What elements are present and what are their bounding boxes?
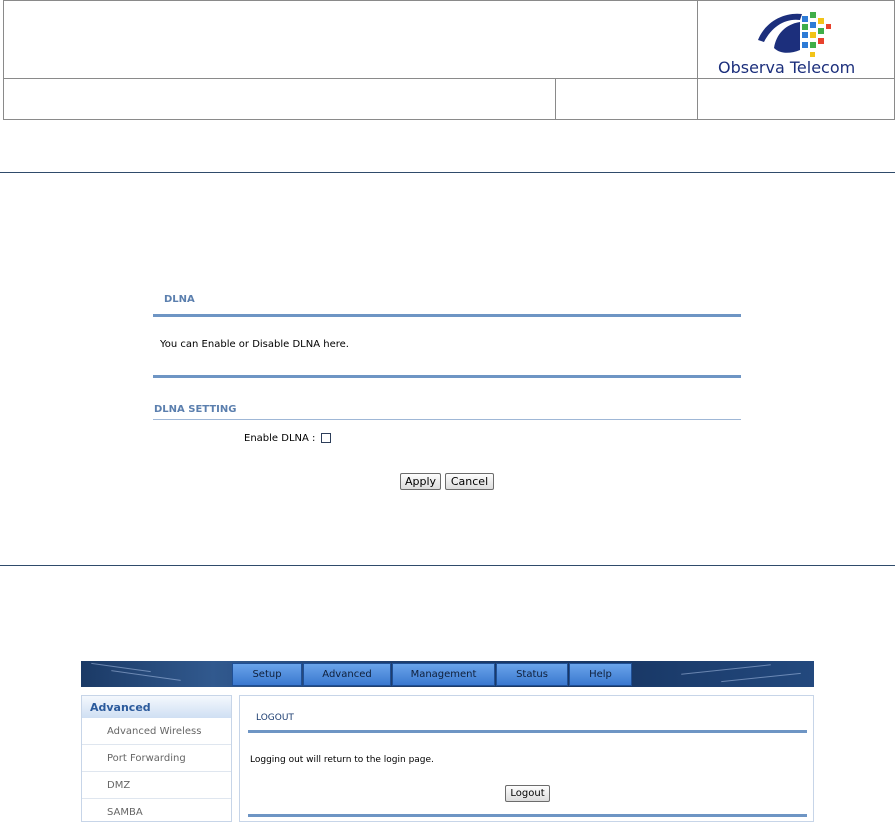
- dlna-title: DLNA: [164, 294, 195, 305]
- tab-status[interactable]: Status: [496, 663, 568, 686]
- sidebar-item-dmz[interactable]: DMZ: [82, 772, 231, 799]
- logout-button[interactable]: Logout: [505, 785, 550, 802]
- tab-setup[interactable]: Setup: [232, 663, 302, 686]
- observa-logo-icon: [758, 12, 831, 57]
- apply-button[interactable]: Apply: [400, 473, 441, 490]
- header-info-cell-3: [697, 78, 895, 120]
- header-info-cell-2: [555, 78, 698, 120]
- section-divider: [0, 172, 895, 173]
- dlna-description: You can Enable or Disable DLNA here.: [160, 339, 349, 350]
- logo-text: Observa Telecom: [718, 58, 856, 77]
- cancel-button[interactable]: Cancel: [445, 473, 494, 490]
- router-screenshot: Setup Advanced Management Status Help Ad…: [81, 661, 814, 822]
- tab-help[interactable]: Help: [569, 663, 632, 686]
- tab-advanced[interactable]: Advanced: [303, 663, 391, 686]
- sidebar-item-port-forwarding[interactable]: Port Forwarding: [82, 745, 231, 772]
- router-sidebar: Advanced Advanced Wireless Port Forwardi…: [81, 695, 232, 822]
- dlna-setting-title: DLNA SETTING: [154, 404, 237, 415]
- logout-bottom-rule: [248, 814, 807, 817]
- router-main-panel: LOGOUT Logging out will return to the lo…: [239, 695, 814, 822]
- dlna-title-rule: [153, 314, 741, 317]
- header-info-cell-1: [3, 78, 556, 120]
- sidebar-item-advanced-wireless[interactable]: Advanced Wireless: [82, 718, 231, 745]
- logout-title-rule: [248, 730, 807, 733]
- section-divider: [0, 565, 895, 566]
- sidebar-item-samba[interactable]: SAMBA: [82, 799, 231, 822]
- dlna-setting-rule: [153, 419, 741, 420]
- logout-title: LOGOUT: [256, 713, 294, 723]
- tab-management[interactable]: Management: [392, 663, 495, 686]
- enable-dlna-checkbox[interactable]: [321, 433, 331, 443]
- logout-description: Logging out will return to the login pag…: [250, 755, 434, 765]
- dlna-desc-rule: [153, 375, 741, 378]
- sidebar-heading: Advanced: [82, 696, 231, 718]
- enable-dlna-label: Enable DLNA :: [244, 433, 316, 444]
- header-title-cell: [3, 0, 698, 79]
